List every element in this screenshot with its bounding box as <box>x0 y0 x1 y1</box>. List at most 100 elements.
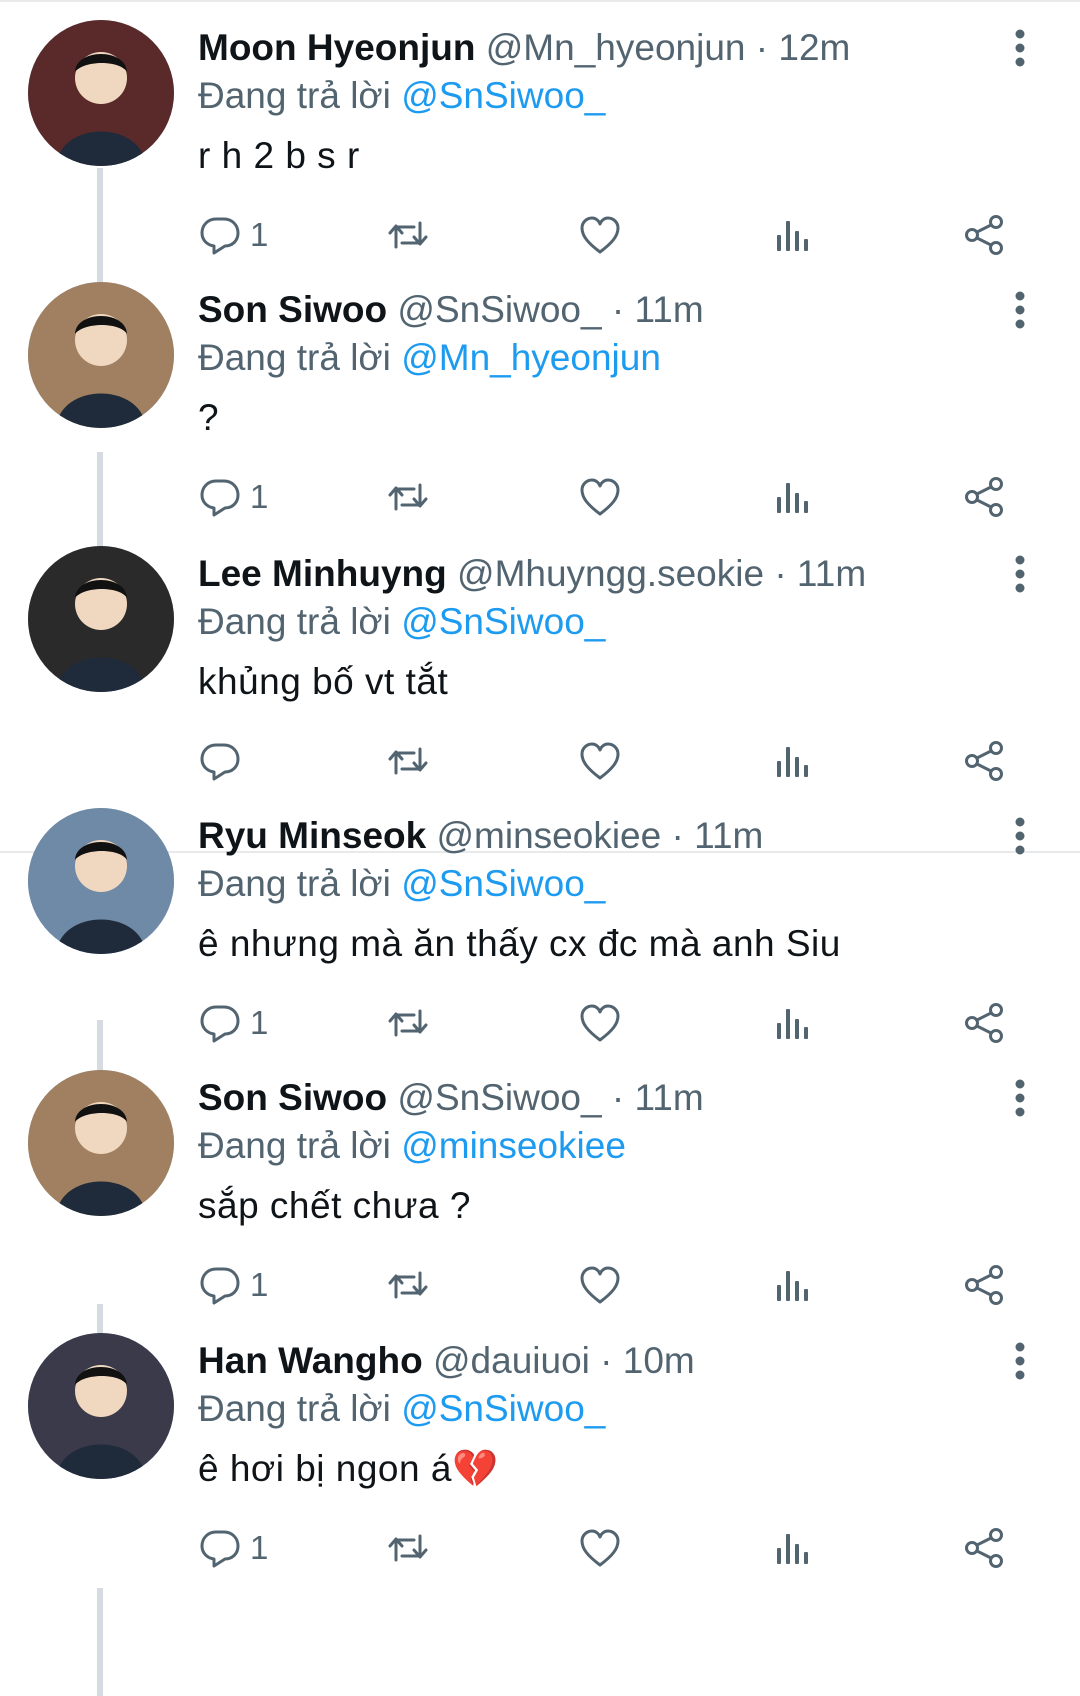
avatar-image <box>28 282 174 428</box>
views-icon <box>777 747 808 777</box>
share-button[interactable] <box>962 736 1006 786</box>
tweet-timestamp[interactable]: 11m <box>634 1077 703 1118</box>
like-button[interactable] <box>578 736 622 786</box>
like-button[interactable] <box>578 210 622 260</box>
reply-icon <box>200 1005 240 1043</box>
views-button[interactable] <box>770 210 814 260</box>
retweet-button[interactable] <box>386 736 430 786</box>
share-button[interactable] <box>962 1523 1006 1573</box>
tweet-timestamp[interactable]: 11m <box>634 289 703 330</box>
avatar[interactable] <box>28 808 174 954</box>
reply-icon <box>200 1267 240 1305</box>
tweet-timestamp[interactable]: 12m <box>778 27 850 68</box>
share-button[interactable] <box>962 998 1006 1048</box>
like-button[interactable] <box>578 1523 622 1573</box>
reply-button[interactable]: 1 <box>198 210 268 260</box>
meta-separator: · <box>600 1340 613 1381</box>
more-options-button[interactable] <box>998 1339 1042 1383</box>
reply-button[interactable] <box>198 736 250 786</box>
replying-to-mention[interactable]: @SnSiwoo_ <box>401 601 605 642</box>
views-button[interactable] <box>770 998 814 1048</box>
tweet-text: ? <box>198 397 220 438</box>
share-button[interactable] <box>962 472 1006 522</box>
reply-count: 1 <box>250 1004 269 1041</box>
more-options-button[interactable] <box>998 26 1042 70</box>
replying-to: Đang trả lời @SnSiwoo_ <box>198 598 605 646</box>
replying-to-label: Đang trả lời <box>198 1125 391 1166</box>
reply-button[interactable]: 1 <box>198 998 268 1048</box>
replying-to-mention[interactable]: @SnSiwoo_ <box>401 75 605 116</box>
tweet-timestamp[interactable]: 10m <box>623 1340 695 1381</box>
avatar[interactable] <box>28 20 174 166</box>
share-button[interactable] <box>962 210 1006 260</box>
display-name[interactable]: Lee Minhuyng <box>198 553 447 594</box>
tweet-actions: 1 <box>198 998 1028 1048</box>
retweet-icon <box>388 1534 428 1562</box>
replying-to-mention[interactable]: @minseokiee <box>401 1125 626 1166</box>
views-button[interactable] <box>770 1260 814 1310</box>
replying-to-mention[interactable]: @SnSiwoo_ <box>401 863 605 904</box>
retweet-button[interactable] <box>386 210 430 260</box>
retweet-button[interactable] <box>386 998 430 1048</box>
more-options-button[interactable] <box>998 552 1042 596</box>
more-options-button[interactable] <box>998 288 1042 332</box>
tweet[interactable]: Ryu Minseok @minseokiee · 11m Đang trả l… <box>0 788 1080 1072</box>
reply-count: 1 <box>250 1529 269 1566</box>
like-button[interactable] <box>578 998 622 1048</box>
retweet-icon <box>388 221 428 249</box>
tweet-timestamp[interactable]: 11m <box>694 815 763 856</box>
tweet-text: sắp chết chưa ? <box>198 1185 471 1226</box>
tweet-timestamp[interactable]: 11m <box>797 553 866 594</box>
retweet-button[interactable] <box>386 1260 430 1310</box>
avatar-image <box>28 20 174 166</box>
tweet-actions: 1 <box>198 210 1028 260</box>
avatar-image <box>28 546 174 692</box>
replying-to-mention[interactable]: @SnSiwoo_ <box>401 1388 605 1429</box>
thread-line <box>97 1588 103 1696</box>
views-button[interactable] <box>770 472 814 522</box>
display-name[interactable]: Ryu Minseok <box>198 815 426 856</box>
like-button[interactable] <box>578 1260 622 1310</box>
avatar[interactable] <box>28 546 174 692</box>
display-name[interactable]: Han Wangho <box>198 1340 423 1381</box>
replying-to-label: Đang trả lời <box>198 601 391 642</box>
more-icon <box>1015 1079 1025 1117</box>
views-button[interactable] <box>770 1523 814 1573</box>
reply-icon <box>200 1530 240 1568</box>
tweet[interactable]: Lee Minhuyng @Mhuyngg.seokie · 11m Đang … <box>0 526 1080 810</box>
retweet-button[interactable] <box>386 472 430 522</box>
share-icon <box>965 1265 1003 1305</box>
more-icon <box>1015 291 1025 329</box>
tweet[interactable]: Son Siwoo @SnSiwoo_ · 11m Đang trả lời @… <box>0 262 1080 546</box>
user-handle[interactable]: @minseokiee <box>437 815 662 856</box>
reply-button[interactable]: 1 <box>198 1523 268 1573</box>
like-button[interactable] <box>578 472 622 522</box>
more-options-button[interactable] <box>998 814 1042 858</box>
avatar[interactable] <box>28 282 174 428</box>
user-handle[interactable]: @dauiuoi <box>433 1340 590 1381</box>
replying-to: Đang trả lời @SnSiwoo_ <box>198 1385 605 1433</box>
avatar[interactable] <box>28 1333 174 1479</box>
share-icon <box>965 1528 1003 1568</box>
user-handle[interactable]: @SnSiwoo_ <box>397 289 601 330</box>
replying-to: Đang trả lời @minseokiee <box>198 1122 626 1170</box>
user-handle[interactable]: @Mn_hyeonjun <box>486 27 746 68</box>
replying-to-mention[interactable]: @Mn_hyeonjun <box>401 337 661 378</box>
tweet[interactable]: Han Wangho @dauiuoi · 10m Đang trả lời @… <box>0 1313 1080 1597</box>
display-name[interactable]: Son Siwoo <box>198 1077 387 1118</box>
reply-button[interactable]: 1 <box>198 472 268 522</box>
retweet-button[interactable] <box>386 1523 430 1573</box>
tweet[interactable]: Son Siwoo @SnSiwoo_ · 11m Đang trả lời @… <box>0 1050 1080 1334</box>
replying-to-label: Đang trả lời <box>198 75 391 116</box>
avatar[interactable] <box>28 1070 174 1216</box>
tweet[interactable]: Moon Hyeonjun @Mn_hyeonjun · 12m Đang tr… <box>0 0 1080 284</box>
display-name[interactable]: Moon Hyeonjun <box>198 27 475 68</box>
display-name[interactable]: Son Siwoo <box>198 289 387 330</box>
more-options-button[interactable] <box>998 1076 1042 1120</box>
replying-to-label: Đang trả lời <box>198 337 391 378</box>
share-button[interactable] <box>962 1260 1006 1310</box>
reply-button[interactable]: 1 <box>198 1260 268 1310</box>
views-button[interactable] <box>770 736 814 786</box>
user-handle[interactable]: @Mhuyngg.seokie <box>457 553 764 594</box>
user-handle[interactable]: @SnSiwoo_ <box>397 1077 601 1118</box>
